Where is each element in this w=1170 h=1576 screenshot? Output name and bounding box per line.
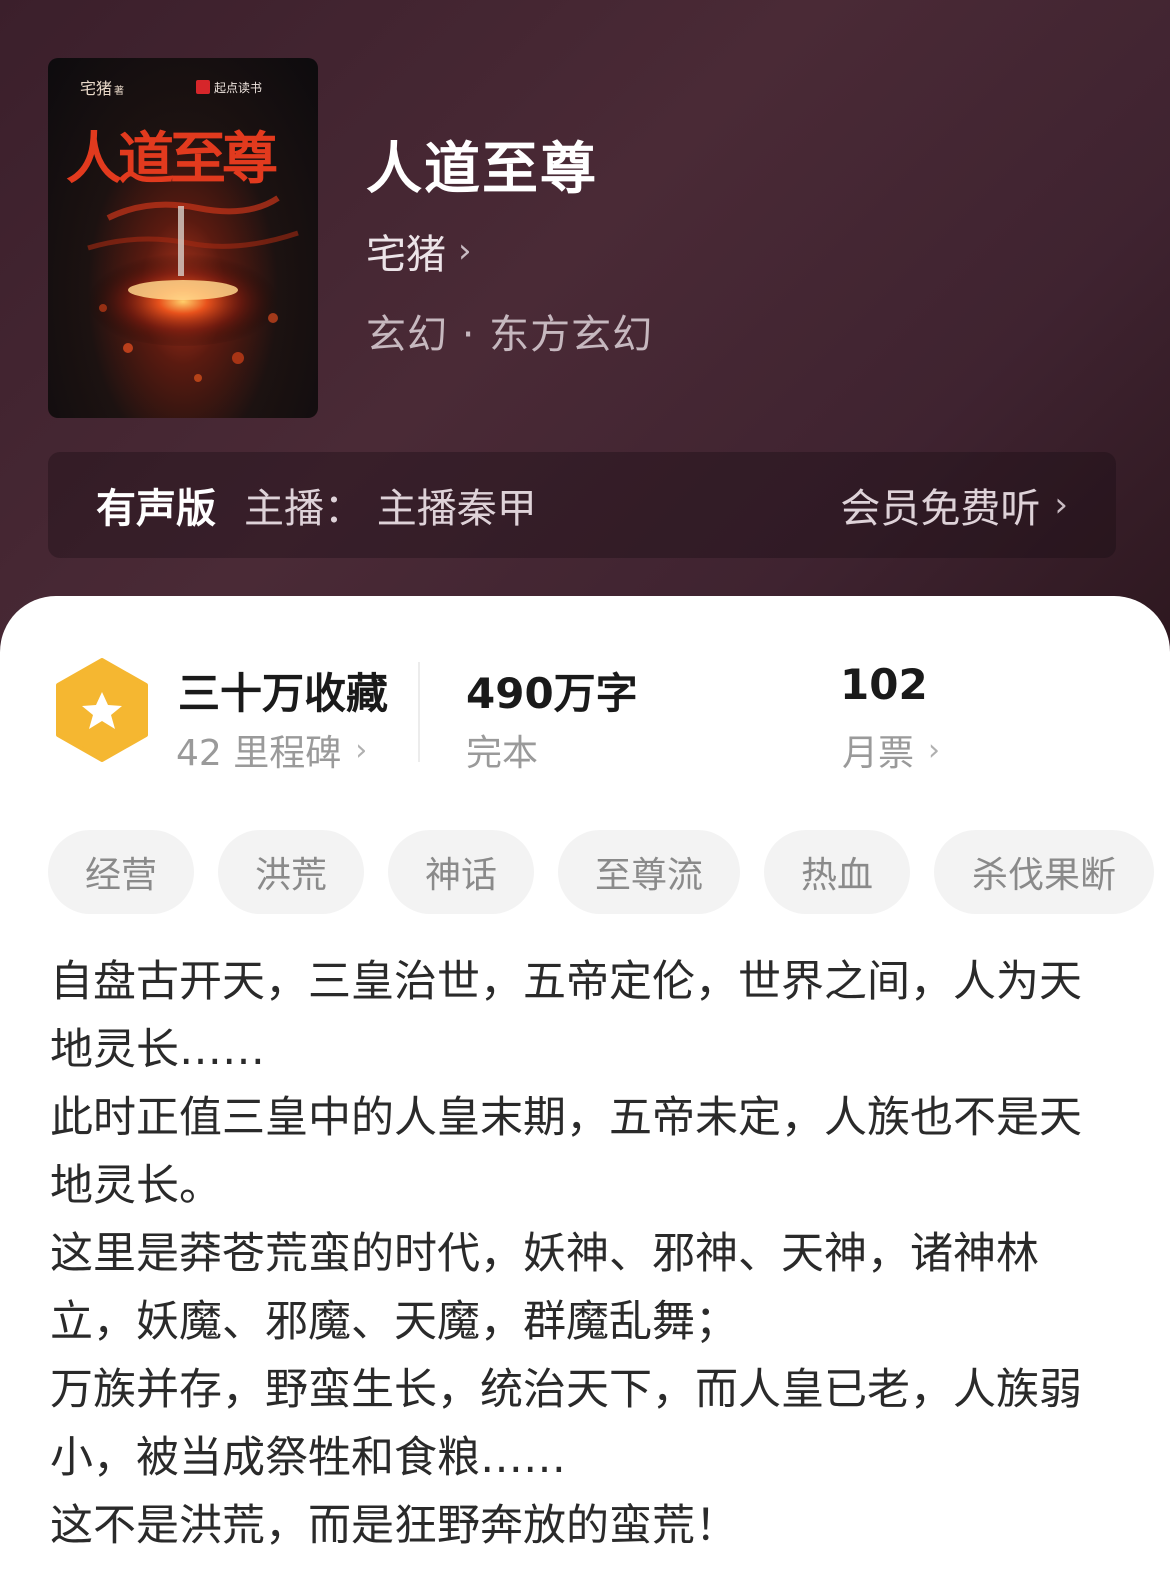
book-detail-panel: 三十万收藏 42 里程碑 › 490万字 完本 102 月票 › 经营 洪荒 神… xyxy=(0,596,1170,1576)
milestones-link[interactable]: 42 里程碑 › xyxy=(176,724,367,776)
monthly-votes-count: 102 xyxy=(840,660,928,709)
genre-label: 玄幻 · 东方玄幻 xyxy=(366,312,654,358)
stats-divider xyxy=(418,662,420,762)
tag-list: 经营 洪荒 神话 至尊流 热血 杀伐果断 xyxy=(48,830,1170,914)
tag-chip[interactable]: 至尊流 xyxy=(558,830,740,914)
synopsis-paragraph: 自盘古开天，三皇治世，五帝定伦，世界之间，人为天地灵长…… xyxy=(50,957,1082,1075)
member-free-listen-label: 会员免费听 xyxy=(840,486,1041,532)
member-free-listen-link[interactable]: 会员免费听 › xyxy=(840,476,1068,534)
author-link[interactable]: 宅猪 › xyxy=(366,222,472,280)
milestones-label: 42 里程碑 xyxy=(176,733,342,774)
favorites-count: 三十万收藏 xyxy=(178,669,389,718)
narrator-label: 主播： 主播秦甲 xyxy=(244,486,537,532)
book-title: 人道至尊 xyxy=(366,137,598,202)
synopsis[interactable]: 自盘古开天，三皇治世，五帝定伦，世界之间，人为天地灵长…… 此时正值三皇中的人皇… xyxy=(50,948,1110,1560)
tag-chip[interactable]: 热血 xyxy=(764,830,910,914)
audio-version-label: 有声版 xyxy=(96,486,216,532)
tag-chip[interactable]: 洪荒 xyxy=(218,830,364,914)
publisher-logo-icon xyxy=(196,80,210,94)
chevron-right-icon: › xyxy=(928,732,941,768)
cover-publisher: 起点读书 xyxy=(214,81,262,95)
completion-status-label: 完本 xyxy=(466,733,539,774)
monthly-votes-link[interactable]: 月票 › xyxy=(842,724,940,776)
tag-chip[interactable]: 经营 xyxy=(48,830,194,914)
completion-status: 完本 xyxy=(466,724,538,776)
monthly-votes-label: 月票 xyxy=(842,733,915,774)
chevron-right-icon: › xyxy=(355,732,368,768)
tag-chip[interactable]: 杀伐果断 xyxy=(934,830,1154,914)
cover-author-suffix: 著 xyxy=(114,84,124,97)
synopsis-paragraph: 这不是洪荒，而是狂野奔放的蛮荒！ xyxy=(50,1501,738,1551)
chevron-right-icon: › xyxy=(1054,485,1068,525)
audio-version-bar[interactable]: 有声版 主播： 主播秦甲 会员免费听 › xyxy=(48,452,1116,558)
book-cover-image[interactable]: 宅猪 著 起点读书 人道至尊 xyxy=(48,58,318,418)
tag-chip[interactable]: 神话 xyxy=(388,830,534,914)
synopsis-paragraph: 这里是莽苍荒蛮的时代，妖神、邪神、天神，诸神林立，妖魔、邪魔、天魔，群魔乱舞； xyxy=(50,1229,1039,1347)
synopsis-paragraph: 此时正值三皇中的人皇末期，五帝未定，人族也不是天地灵长。 xyxy=(50,1093,1082,1211)
cover-title-text: 人道至尊 xyxy=(66,126,277,192)
synopsis-paragraph: 万族并存，野蛮生长，统治天下，而人皇已老，人族弱小，被当成祭牲和食粮…… xyxy=(50,1365,1082,1483)
cover-art: 宅猪 著 起点读书 人道至尊 xyxy=(63,79,303,382)
author-name: 宅猪 xyxy=(366,232,446,278)
cover-author-text: 宅猪 xyxy=(80,79,112,98)
word-count: 490万字 xyxy=(466,669,638,718)
book-header: 宅猪 著 起点读书 人道至尊 人道至尊 宅猪 › 玄幻 · 东方玄幻 有声版 主… xyxy=(0,0,1170,640)
star-badge-icon xyxy=(56,658,148,762)
chevron-right-icon: › xyxy=(458,231,472,271)
